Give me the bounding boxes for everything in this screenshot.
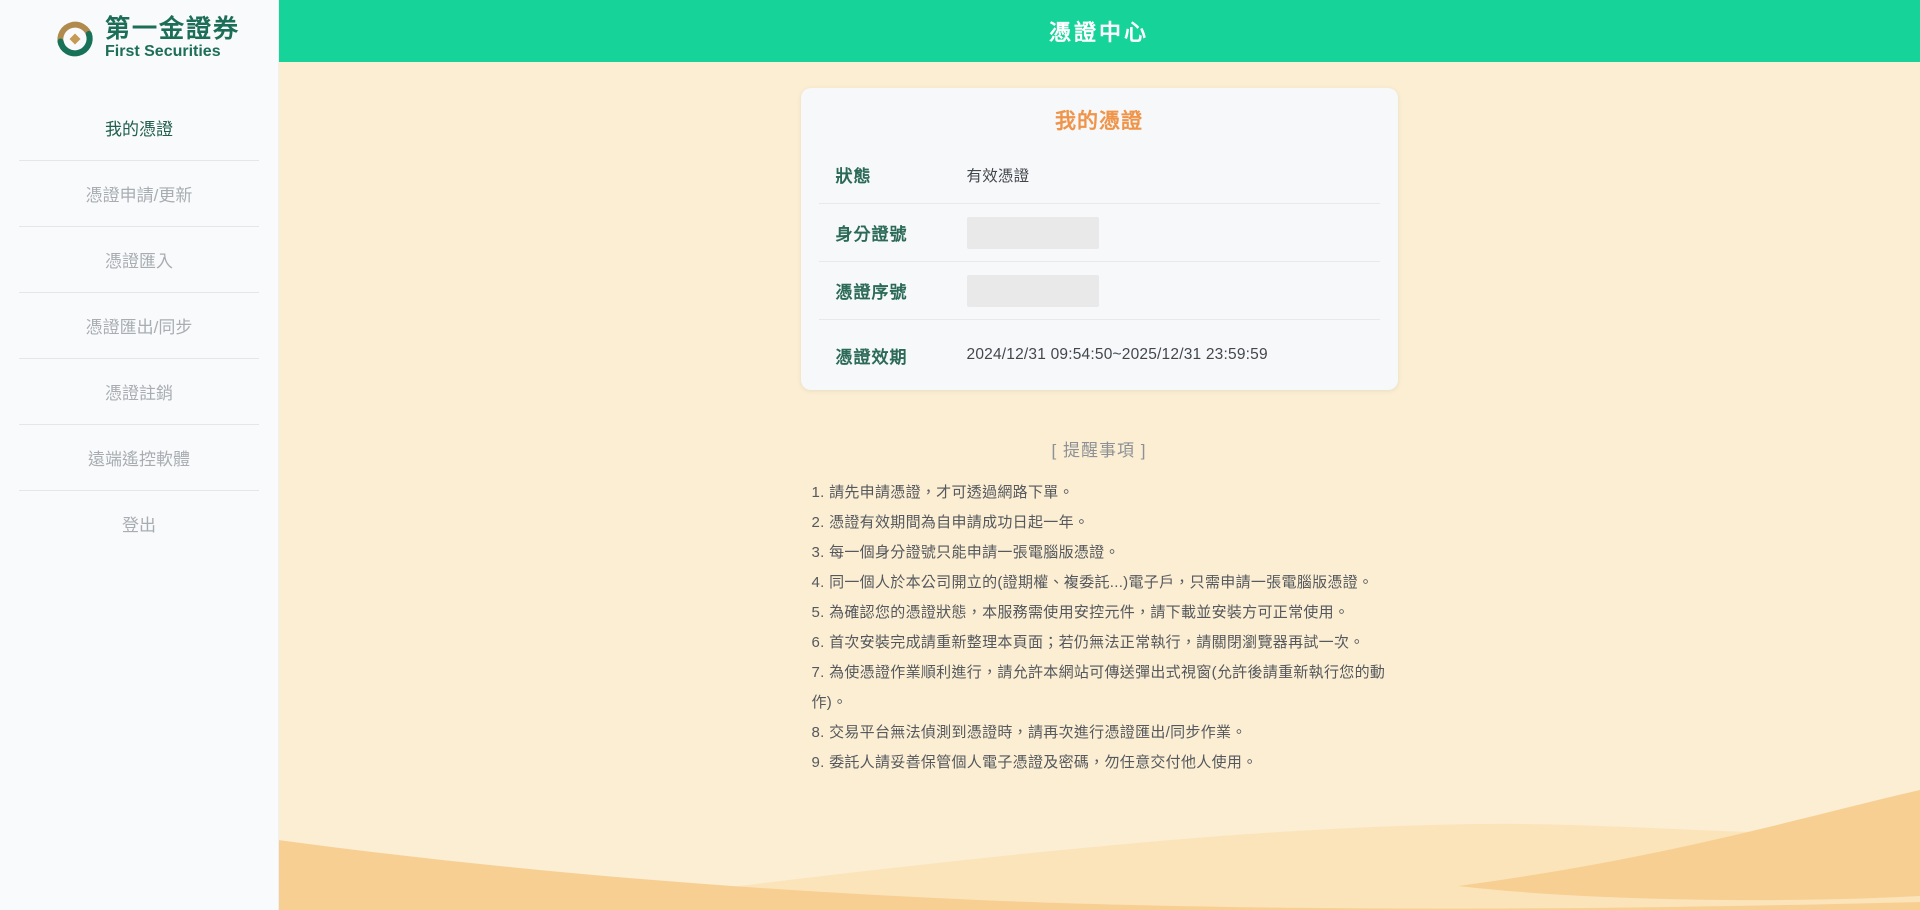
notice-item: 9. 委託人請妥善保管個人電子憑證及密碼，勿任意交付他人使用。 <box>812 748 1387 778</box>
certificate-row-label: 憑證效期 <box>836 343 967 368</box>
sidebar-menu-cell: 憑證申請/更新 <box>0 161 278 227</box>
certificate-row-label: 憑證序號 <box>836 278 967 303</box>
certificate-row-label: 身分證號 <box>836 220 967 245</box>
redacted-value-box <box>967 217 1099 249</box>
sidebar-item-label: 我的憑證 <box>105 115 173 140</box>
header-bar: 憑證中心 <box>278 0 1920 62</box>
sidebar-item-label: 憑證匯出/同步 <box>86 313 193 338</box>
sidebar-menu-cell: 遠端遙控軟體 <box>0 425 278 491</box>
brand-text: 第一金證券 First Securities <box>105 16 240 61</box>
wave-decoration <box>278 780 1920 910</box>
certificate-row: 憑證序號 <box>819 262 1380 320</box>
sidebar-menu-cell: 憑證匯出/同步 <box>0 293 278 359</box>
notice-item: 3. 每一個身分證號只能申請一張電腦版憑證。 <box>812 538 1387 568</box>
sidebar-item-label: 憑證申請/更新 <box>86 181 193 206</box>
sidebar-item[interactable]: 登出 <box>0 491 278 556</box>
sidebar-item-label: 登出 <box>122 511 156 536</box>
sidebar-item[interactable]: 憑證申請/更新 <box>0 161 278 226</box>
certificate-row: 憑證效期 2024/12/31 09:54:50~2025/12/31 23:5… <box>819 320 1380 390</box>
notice-item: 4. 同一個人於本公司開立的(證期權、複委託...)電子戶，只需申請一張電腦版憑… <box>812 568 1387 598</box>
sidebar-item-label: 憑證匯入 <box>105 247 173 272</box>
sidebar-item[interactable]: 遠端遙控軟體 <box>0 425 278 490</box>
sidebar-item[interactable]: 我的憑證 <box>0 95 278 160</box>
certificate-rows: 狀態 有效憑證 身分證號 憑證序號 憑證效期 <box>801 146 1398 390</box>
sidebar-menu-cell: 我的憑證 <box>0 95 278 161</box>
certificate-row: 狀態 有效憑證 <box>819 146 1380 204</box>
certificate-row-value: 有效憑證 <box>967 164 1030 186</box>
notice-item: 2. 憑證有效期間為自申請成功日起一年。 <box>812 508 1387 538</box>
notice-item: 8. 交易平台無法偵測到憑證時，請再次進行憑證匯出/同步作業。 <box>812 718 1387 748</box>
notice-list: 1. 請先申請憑證，才可透過網路下單。 2. 憑證有效期間為自申請成功日起一年。… <box>812 478 1387 778</box>
certificate-row-label: 狀態 <box>836 162 967 187</box>
sidebar-item-label: 遠端遙控軟體 <box>88 445 190 470</box>
brand-logo: 第一金證券 First Securities <box>54 16 278 61</box>
sidebar-item[interactable]: 憑證註銷 <box>0 359 278 424</box>
redacted-value-box <box>967 275 1099 307</box>
sidebar-menu-cell: 登出 <box>0 491 278 556</box>
sidebar-item[interactable]: 憑證匯入 <box>0 227 278 292</box>
page-title: 憑證中心 <box>1049 15 1149 47</box>
notice-item: 7. 為使憑證作業順利進行，請允許本網站可傳送彈出式視窗(允許後請重新執行您的動… <box>812 658 1387 718</box>
brand-name-zh: 第一金證券 <box>105 16 240 42</box>
sidebar-item-label: 憑證註銷 <box>105 379 173 404</box>
notice-title: [ 提醒事項 ] <box>278 436 1920 461</box>
sidebar-item[interactable]: 憑證匯出/同步 <box>0 293 278 358</box>
certificate-row: 身分證號 <box>819 204 1380 262</box>
notice-item: 5. 為確認您的憑證狀態，本服務需使用安控元件，請下載並安裝方可正常使用。 <box>812 598 1387 628</box>
card-title: 我的憑證 <box>801 88 1398 146</box>
wave-shapes-icon <box>278 780 1920 910</box>
sidebar-menu-cell: 憑證註銷 <box>0 359 278 425</box>
sidebar-menu-cell: 憑證匯入 <box>0 227 278 293</box>
notice-item: 6. 首次安裝完成請重新整理本頁面；若仍無法正常執行，請關閉瀏覽器再試一次。 <box>812 628 1387 658</box>
brand-name-en: First Securities <box>105 44 240 61</box>
certificate-card: 我的憑證 狀態 有效憑證 身分證號 憑證序號 <box>801 88 1398 390</box>
sidebar-menu: 我的憑證 憑證申請/更新 憑證匯入 憑證匯出/同步 <box>0 95 278 556</box>
main-content: 我的憑證 狀態 有效憑證 身分證號 憑證序號 <box>278 62 1920 910</box>
first-securities-logo-icon <box>54 18 96 60</box>
certificate-row-value: 2024/12/31 09:54:50~2025/12/31 23:59:59 <box>967 346 1268 364</box>
sidebar: 第一金證券 First Securities 我的憑證 憑證申請/更新 <box>0 0 279 910</box>
notice-item: 1. 請先申請憑證，才可透過網路下單。 <box>812 478 1387 508</box>
